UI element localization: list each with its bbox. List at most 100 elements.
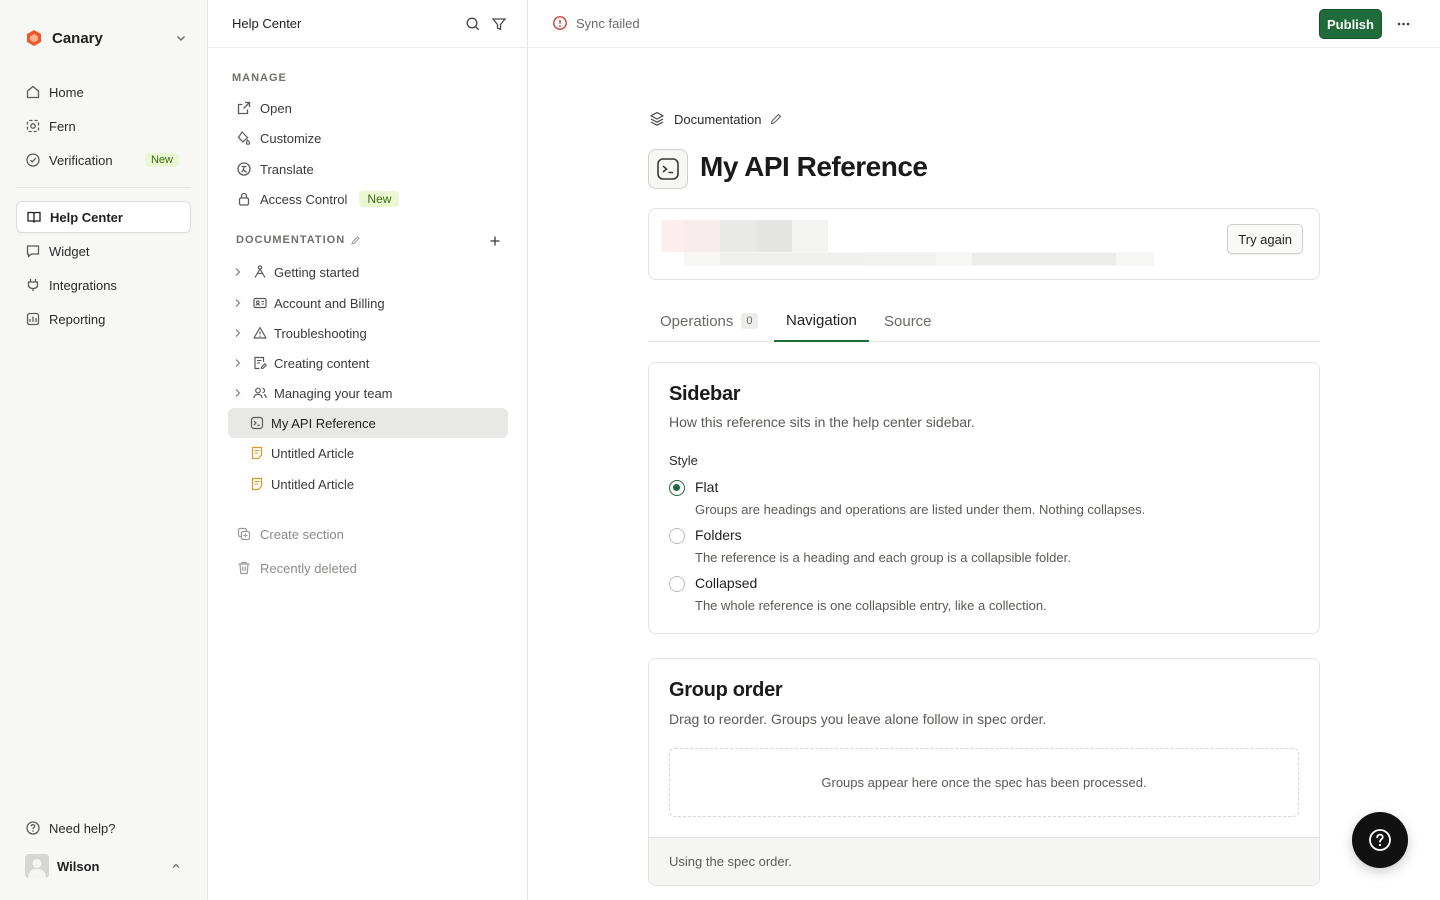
help-center-header: Help Center: [208, 0, 527, 48]
option-label: Folders: [695, 527, 742, 543]
user-menu[interactable]: Wilson: [16, 851, 191, 881]
need-help-label: Need help?: [49, 820, 116, 836]
filter-icon[interactable]: [490, 15, 508, 33]
nav-item-fern[interactable]: Fern: [16, 111, 191, 141]
lock-icon: [238, 192, 250, 206]
workspace-name: Canary: [52, 29, 103, 47]
tab-operations[interactable]: Operations 0: [648, 300, 770, 342]
nav-item-label: Verification: [49, 152, 113, 168]
nav-item-widget[interactable]: Widget: [16, 236, 191, 266]
manage-section-label: MANAGE: [232, 72, 287, 84]
doc-item-untitled-article[interactable]: Untitled Article: [228, 469, 508, 499]
doc-item-creating-content[interactable]: Creating content: [228, 348, 508, 378]
radio-button[interactable]: [669, 576, 685, 592]
doc-item-my-api-reference[interactable]: My API Reference: [228, 408, 508, 438]
option-description: Groups are headings and operations are l…: [695, 502, 1146, 517]
try-again-button[interactable]: Try again: [1227, 224, 1303, 254]
app-sidebar: Canary Home Fern Verification New Help C…: [0, 0, 208, 900]
manage-item-customize[interactable]: Customize: [228, 123, 508, 153]
group-order-dropzone: Groups appear here once the spec has bee…: [669, 748, 1299, 817]
help-chat-button[interactable]: [1352, 812, 1408, 868]
manage-item-label: Customize: [260, 130, 322, 146]
documentation-section-header: DOCUMENTATION: [236, 233, 506, 249]
new-badge: New: [144, 153, 179, 167]
nav-divider: [16, 187, 191, 188]
main-topbar: Sync failed Publish: [528, 0, 1440, 48]
sync-status-text: Sync failed: [576, 15, 640, 31]
path-icon: [254, 265, 266, 278]
create-section-label: Create section: [260, 526, 344, 542]
option-description: The whole reference is one collapsible e…: [695, 598, 1047, 613]
radio-button[interactable]: [669, 528, 685, 544]
article-icon: [251, 446, 263, 460]
need-help-link[interactable]: Need help?: [16, 813, 191, 843]
nav-item-integrations[interactable]: Integrations: [16, 270, 191, 300]
new-badge: New: [359, 191, 400, 207]
plus-icon[interactable]: [488, 234, 502, 248]
nav-item-reporting[interactable]: Reporting: [16, 304, 191, 334]
doc-item-troubleshooting[interactable]: Troubleshooting: [228, 318, 508, 348]
pencil-icon[interactable]: [350, 235, 361, 246]
reference-tabs: Operations 0 Navigation Source: [648, 300, 1320, 342]
sync-status: Sync failed: [552, 15, 640, 31]
option-label: Collapsed: [695, 575, 758, 591]
chevron-up-icon: [172, 863, 180, 868]
tab-navigation[interactable]: Navigation: [774, 300, 869, 342]
breadcrumb-documentation[interactable]: Documentation: [674, 112, 761, 127]
terminal-icon: [250, 416, 264, 430]
nav-item-label: Fern: [49, 118, 76, 134]
doc-item-account-and-billing[interactable]: Account and Billing: [228, 288, 508, 318]
doc-item-label: Troubleshooting: [274, 325, 367, 341]
doc-item-untitled-article[interactable]: Untitled Article: [228, 438, 508, 468]
nav-item-label: Widget: [49, 243, 90, 259]
publish-button[interactable]: Publish: [1319, 9, 1382, 39]
page-title: My API Reference: [700, 151, 928, 182]
doc-item-label: Account and Billing: [274, 295, 385, 311]
doc-item-managing-your-team[interactable]: Managing your team: [228, 378, 508, 408]
tab-source[interactable]: Source: [872, 300, 944, 342]
manage-item-label: Access Control: [260, 191, 348, 207]
nav-item-help-center[interactable]: Help Center: [16, 201, 191, 233]
tab-label: Source: [884, 312, 932, 330]
more-options-icon[interactable]: [1394, 14, 1414, 34]
question-circle-icon: [26, 821, 40, 835]
nav-item-label: Help Center: [50, 209, 123, 225]
breadcrumb: Documentation: [648, 110, 783, 128]
warning-icon: [253, 326, 267, 339]
chevron-right-icon[interactable]: [231, 356, 245, 370]
tab-label: Operations: [660, 312, 734, 330]
question-circle-icon: [1369, 829, 1391, 851]
doc-item-label: Managing your team: [274, 385, 393, 401]
radio-button[interactable]: [669, 480, 685, 496]
manage-item-open[interactable]: Open: [228, 93, 508, 123]
translate-icon: [237, 162, 251, 176]
terminal-icon: [657, 158, 679, 180]
fern-icon: [26, 119, 40, 133]
nav-item-verification[interactable]: Verification New: [16, 145, 191, 175]
workspace-switcher[interactable]: Canary: [16, 22, 194, 54]
search-icon[interactable]: [464, 15, 482, 33]
alert-circle-icon: [553, 16, 567, 30]
option-label: Flat: [695, 479, 719, 495]
chevron-right-icon[interactable]: [231, 326, 245, 340]
avatar: [25, 854, 49, 878]
chevron-down-icon: [177, 36, 185, 41]
group-order-card: Group order Drag to reorder. Groups you …: [648, 658, 1320, 886]
doc-item-label: Untitled Article: [271, 476, 355, 492]
doc-item-label: My API Reference: [271, 415, 376, 431]
card-title: Sidebar: [669, 383, 741, 405]
page-icon: [648, 149, 688, 189]
chevron-right-icon[interactable]: [231, 296, 245, 310]
chevron-right-icon[interactable]: [231, 265, 245, 279]
doc-item-getting-started[interactable]: Getting started: [228, 257, 508, 287]
manage-item-translate[interactable]: Translate: [228, 154, 508, 184]
chevron-right-icon[interactable]: [231, 386, 245, 400]
style-label: Style: [669, 453, 698, 468]
recently-deleted-link[interactable]: Recently deleted: [236, 553, 357, 583]
doc-item-label: Getting started: [274, 264, 360, 280]
manage-item-access-control[interactable]: Access Control New: [228, 184, 508, 214]
pencil-icon[interactable]: [769, 112, 783, 126]
documentation-section-label: DOCUMENTATION: [236, 234, 346, 246]
create-section-button[interactable]: Create section: [236, 519, 344, 549]
nav-item-home[interactable]: Home: [16, 77, 191, 107]
